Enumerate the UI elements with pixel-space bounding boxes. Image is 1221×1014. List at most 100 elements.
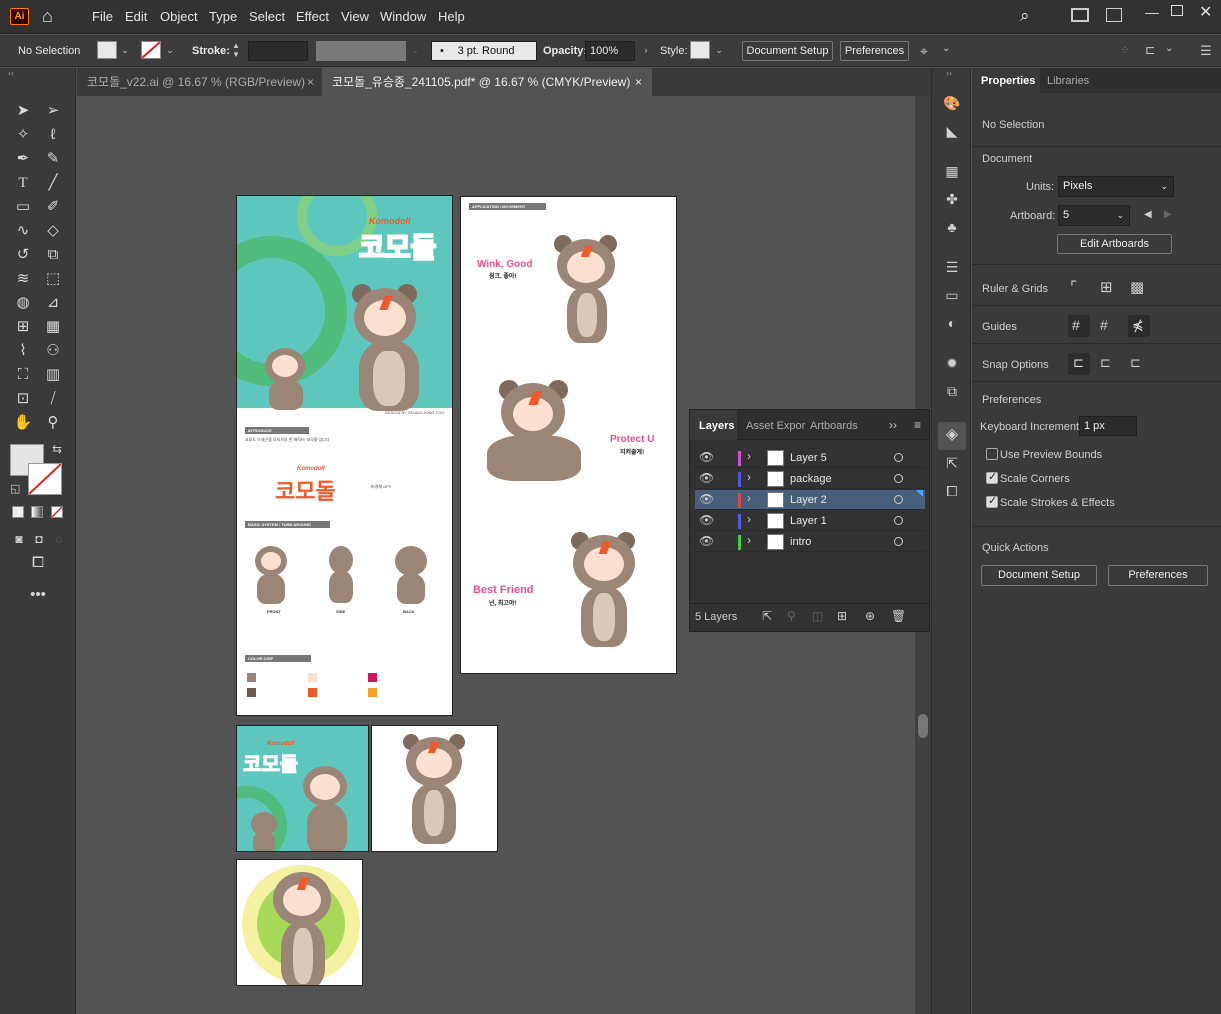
tab-komodoll-pdf[interactable]: 코모돌_유승종_241105.pdf* @ 16.67 % (CMYK/Prev…: [322, 68, 652, 96]
artboard-select[interactable]: 5 ⌄: [1058, 205, 1130, 226]
stroke-swatch[interactable]: [141, 41, 161, 59]
fill-dropdown[interactable]: ⌄: [118, 41, 132, 59]
artboard-application[interactable]: APPLICATION / MOVEMENT Wink, Good 윙크, 좋아…: [460, 196, 677, 674]
stroke-panel-icon[interactable]: ☰: [943, 258, 961, 276]
visibility-eye-icon[interactable]: 👁: [699, 471, 714, 485]
tab-artboards[interactable]: Artboards: [810, 420, 858, 432]
blend-tool-icon[interactable]: ⚇: [42, 340, 64, 362]
expand-chevron-icon[interactable]: ›: [747, 512, 751, 526]
scale-tool-icon[interactable]: ⧉: [42, 244, 64, 266]
style-swatch[interactable]: [690, 41, 710, 59]
collapse-icon[interactable]: ‹‹: [8, 68, 14, 78]
default-colors-icon[interactable]: ◱: [10, 482, 20, 495]
layer-name[interactable]: package: [790, 473, 832, 485]
draw-inside-icon[interactable]: ◌: [48, 528, 70, 550]
edit-artboards-button[interactable]: Edit Artboards: [1057, 234, 1172, 254]
color-mode-icon[interactable]: [12, 506, 24, 518]
use-preview-bounds-checkbox[interactable]: [986, 448, 998, 460]
target-circle-icon[interactable]: [894, 495, 903, 504]
new-layer-icon[interactable]: ⊕: [865, 609, 875, 623]
eyedropper-icon[interactable]: ⌇: [12, 340, 34, 362]
visibility-eye-icon[interactable]: 👁: [699, 534, 714, 548]
expand-chevron-icon[interactable]: ›: [747, 491, 751, 505]
menu-object[interactable]: Object: [160, 9, 198, 24]
stroke-dropdown[interactable]: ⌄: [163, 41, 177, 59]
layer-name[interactable]: Layer 5: [790, 452, 827, 464]
scroll-thumb[interactable]: [918, 714, 928, 738]
expand-panel-icon[interactable]: ››: [889, 418, 897, 432]
lasso-icon[interactable]: ℓ: [42, 124, 64, 146]
new-sublayer-icon[interactable]: ⊞: [837, 609, 847, 623]
artboard-package[interactable]: Komodoll 코모돌: [236, 725, 369, 852]
none-mode-icon[interactable]: [51, 506, 63, 518]
snap-to-glyph-icon[interactable]: ⊏: [1130, 355, 1141, 371]
clipping-mask-icon[interactable]: ◫: [812, 609, 823, 623]
visibility-eye-icon[interactable]: 👁: [699, 492, 714, 506]
menu-select[interactable]: Select: [249, 9, 285, 24]
layer-name[interactable]: Layer 1: [790, 515, 827, 527]
snap-dropdown[interactable]: ⌄: [1165, 43, 1173, 54]
perspective-grid-icon[interactable]: ⊿: [42, 292, 64, 314]
gradient-mode-icon[interactable]: [31, 506, 43, 518]
free-transform-icon[interactable]: ⬚: [42, 268, 64, 290]
edit-toolbar-icon[interactable]: •••: [27, 584, 49, 606]
pen-tool-icon[interactable]: ✒: [12, 148, 34, 170]
close-icon[interactable]: ✕: [1199, 2, 1212, 22]
expand-chevron-icon[interactable]: ›: [747, 449, 751, 463]
layer-row-selected[interactable]: 👁 › Layer 2: [695, 490, 925, 510]
brush-definition[interactable]: • 3 pt. Round: [431, 41, 537, 61]
symbols-icon[interactable]: ♣: [943, 218, 961, 236]
target-circle-icon[interactable]: [894, 453, 903, 462]
artboards-icon[interactable]: ⧠: [943, 482, 961, 500]
artboard-intro[interactable]: Komodoll 코모돌 DESIGN BY SEUNG-JONG YOO IN…: [236, 195, 453, 716]
artboard-sticker[interactable]: [371, 725, 498, 852]
fill-swatch[interactable]: [97, 41, 117, 59]
target-circle-icon[interactable]: [894, 474, 903, 483]
selection-tool-icon[interactable]: ➤: [12, 100, 34, 122]
rectangle-tool-icon[interactable]: ▭: [12, 196, 34, 218]
variable-width-profile[interactable]: [316, 41, 406, 61]
minimize-icon[interactable]: —: [1145, 4, 1159, 20]
color-panel-icon[interactable]: 🎨: [943, 94, 961, 112]
collect-export-icon[interactable]: ⇱: [762, 609, 772, 623]
arrange-icon[interactable]: [1106, 8, 1122, 22]
target-circle-icon[interactable]: [894, 516, 903, 525]
units-select[interactable]: Pixels ⌄: [1058, 176, 1174, 197]
visibility-eye-icon[interactable]: 👁: [699, 513, 714, 527]
tab-close-icon[interactable]: ×: [635, 68, 642, 96]
transparency-grid-icon[interactable]: ▩: [1130, 278, 1144, 296]
tab-libraries[interactable]: Libraries: [1047, 75, 1089, 87]
direct-selection-tool-icon[interactable]: ➢: [42, 100, 64, 122]
asset-export-icon[interactable]: ⇱: [943, 454, 961, 472]
qa-document-setup-button[interactable]: Document Setup: [981, 565, 1097, 586]
rotate-tool-icon[interactable]: ↺: [12, 244, 34, 266]
transparency-icon[interactable]: ◐: [943, 314, 961, 332]
graphic-styles-icon[interactable]: ⧉: [943, 382, 961, 400]
style-dropdown[interactable]: ⌄: [712, 41, 726, 59]
tab-properties[interactable]: Properties: [972, 68, 1040, 93]
keyboard-increment-field[interactable]: 1 px: [1079, 416, 1137, 436]
curvature-tool-icon[interactable]: ✎: [42, 148, 64, 170]
layer-name[interactable]: intro: [790, 536, 811, 548]
home-icon[interactable]: ⌂: [42, 6, 53, 27]
shaper-tool-icon[interactable]: ∿: [12, 220, 34, 242]
scale-strokes-checkbox[interactable]: [986, 494, 998, 508]
rulers-icon[interactable]: ⌜: [1070, 278, 1077, 296]
stroke-weight-field[interactable]: [248, 41, 308, 61]
swap-colors-icon[interactable]: ⇆: [52, 442, 62, 456]
panel-menu-icon[interactable]: ☰: [1200, 43, 1212, 59]
stroke-stepper[interactable]: ▲ ▼: [232, 41, 244, 61]
snap-to-pixel-icon[interactable]: ⊏: [1100, 355, 1111, 371]
paintbrush-icon[interactable]: ✐: [42, 196, 64, 218]
previous-artboard-icon[interactable]: ◀: [1144, 209, 1152, 220]
restore-icon[interactable]: [1171, 5, 1183, 16]
arrange-dropdown[interactable]: ⌄: [942, 43, 950, 54]
eraser-icon[interactable]: ◇: [42, 220, 64, 242]
search-icon[interactable]: ⌕: [1020, 6, 1030, 26]
type-tool-icon[interactable]: T: [12, 172, 34, 194]
panel-menu-icon[interactable]: ≡: [914, 418, 921, 432]
locate-object-icon[interactable]: ⚲: [787, 609, 796, 623]
layer-name[interactable]: Layer 2: [790, 494, 827, 506]
layers-icon[interactable]: ◈: [943, 426, 961, 444]
color-guide-icon[interactable]: ◣: [943, 122, 961, 140]
